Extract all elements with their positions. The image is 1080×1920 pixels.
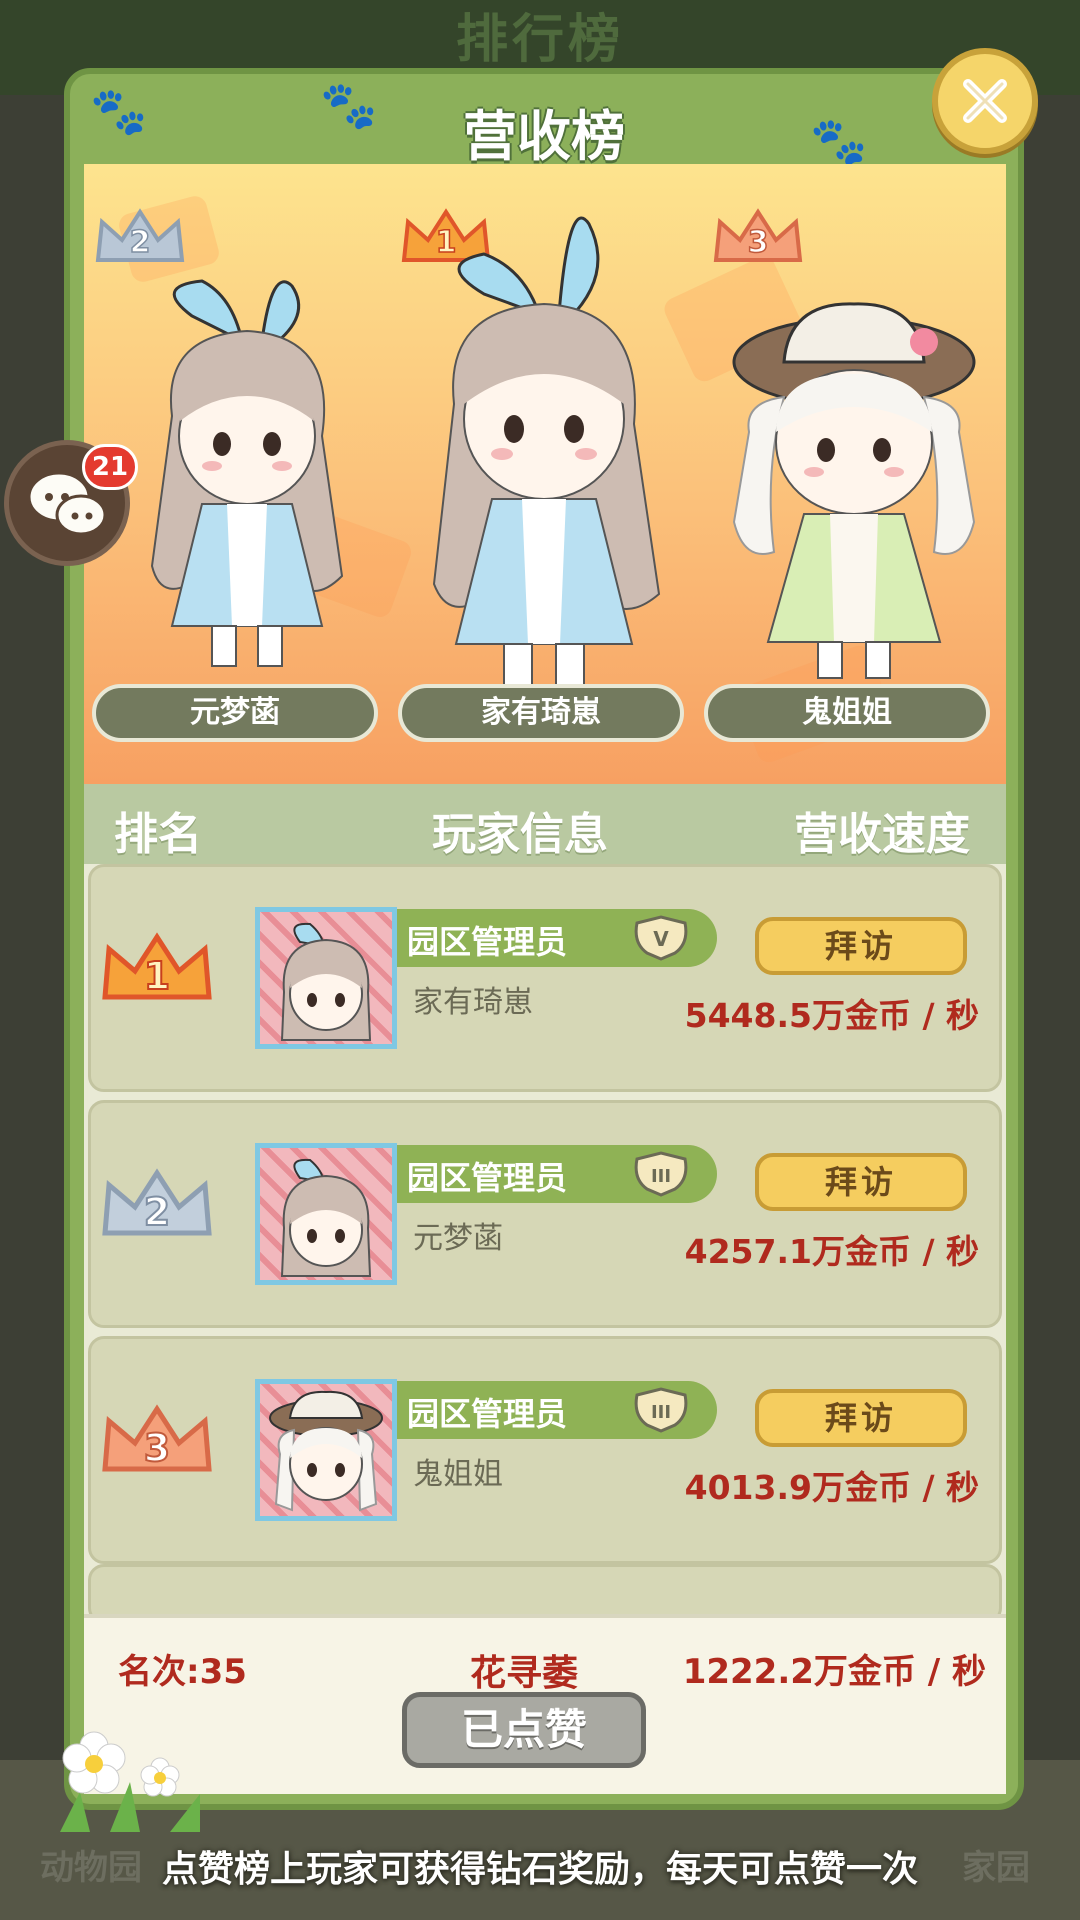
header-revenue-speed: 营收速度 bbox=[794, 809, 970, 860]
visit-button[interactable]: 拜访 bbox=[755, 1153, 967, 1211]
svg-text:3: 3 bbox=[144, 1426, 170, 1470]
player-avatar[interactable] bbox=[255, 907, 397, 1049]
modal-title: 营收榜 bbox=[463, 105, 625, 168]
character-rank1-avatar[interactable] bbox=[394, 174, 694, 704]
revenue-speed: 5448.5万金币 / 秒 bbox=[684, 996, 979, 1035]
player-title-bar: 园区管理员 V bbox=[397, 909, 717, 967]
list-item: 3 园区管理员 III 鬼姐姐 拜访 4013.9万金币 / 秒 bbox=[88, 1336, 1002, 1564]
header-rank: 排名 bbox=[114, 809, 202, 860]
flower-decoration-icon bbox=[60, 1731, 200, 1832]
player-name: 鬼姐姐 bbox=[413, 1457, 503, 1492]
close-icon bbox=[963, 79, 1007, 123]
podium-name-rank3: 鬼姐姐 bbox=[704, 684, 990, 742]
list-item: 2 园区管理员 III 元梦菡 拜访 4257.1万金币 / 秒 bbox=[88, 1100, 1002, 1328]
player-name: 家有琦崽 bbox=[413, 985, 533, 1020]
visit-button[interactable]: 拜访 bbox=[755, 917, 967, 975]
svg-text:III: III bbox=[651, 1402, 671, 1423]
player-title: 园区管理员 bbox=[407, 923, 568, 961]
liked-button[interactable]: 已点赞 bbox=[402, 1692, 646, 1768]
vip-badge-icon: III bbox=[634, 1387, 688, 1433]
podium: 2 1 3 元梦菡 家有琦崽 鬼姐姐 bbox=[84, 164, 1006, 784]
svg-text:V: V bbox=[653, 927, 669, 951]
podium-name-rank1: 家有琦崽 bbox=[398, 684, 684, 742]
player-title-bar: 园区管理员 III bbox=[397, 1381, 717, 1439]
svg-text:2: 2 bbox=[144, 1190, 170, 1234]
header-player-info: 玩家信息 bbox=[432, 809, 608, 860]
podium-name-rank2: 元梦菡 bbox=[92, 684, 378, 742]
svg-text:3: 3 bbox=[748, 225, 769, 260]
crown-bronze-icon: 3 bbox=[713, 208, 803, 262]
player-name: 元梦菡 bbox=[413, 1221, 503, 1256]
vip-badge-icon: III bbox=[634, 1151, 688, 1197]
like-reward-hint: 点赞榜上玩家可获得钻石奖励，每天可点赞一次 bbox=[161, 1849, 918, 1890]
rank2-crown-icon: 2 bbox=[102, 1168, 212, 1236]
svg-text:1: 1 bbox=[144, 954, 170, 998]
player-avatar[interactable] bbox=[255, 1143, 397, 1285]
rank1-crown-icon: 1 bbox=[102, 932, 212, 1000]
girl-avatar-icon bbox=[280, 1158, 372, 1277]
vip-badge-icon: V bbox=[634, 915, 688, 961]
rank3-crown-icon: 3 bbox=[102, 1404, 212, 1472]
list-header: 排名 玩家信息 营收速度 bbox=[84, 784, 1006, 864]
chat-unread-badge: 21 bbox=[82, 444, 138, 490]
self-revenue-speed: 1222.2万金币 / 秒 bbox=[682, 1652, 986, 1692]
visit-button[interactable]: 拜访 bbox=[755, 1389, 967, 1447]
girl-hat-avatar-icon bbox=[269, 1390, 383, 1512]
self-rank: 名次:35 bbox=[118, 1652, 247, 1692]
player-avatar[interactable] bbox=[255, 1379, 397, 1521]
girl-avatar-icon bbox=[280, 922, 372, 1041]
revenue-speed: 4013.9万金币 / 秒 bbox=[684, 1468, 979, 1507]
player-title: 园区管理员 bbox=[407, 1395, 568, 1433]
ranking-list[interactable]: 排名 玩家信息 营收速度 1 园区管理员 V 家有琦崽 拜访 5448.5万金币… bbox=[84, 784, 1006, 1614]
close-button[interactable] bbox=[932, 48, 1038, 154]
list-item: 1 园区管理员 V 家有琦崽 拜访 5448.5万金币 / 秒 bbox=[88, 864, 1002, 1092]
character-rank2-avatar[interactable] bbox=[112, 246, 382, 686]
player-title: 园区管理员 bbox=[407, 1159, 568, 1197]
svg-text:III: III bbox=[651, 1166, 671, 1187]
self-name: 花寻萎 bbox=[470, 1653, 579, 1694]
character-rank3-avatar[interactable] bbox=[704, 292, 1004, 692]
player-title-bar: 园区管理员 III bbox=[397, 1145, 717, 1203]
revenue-speed: 4257.1万金币 / 秒 bbox=[684, 1232, 979, 1271]
list-item-partial bbox=[88, 1564, 1002, 1614]
